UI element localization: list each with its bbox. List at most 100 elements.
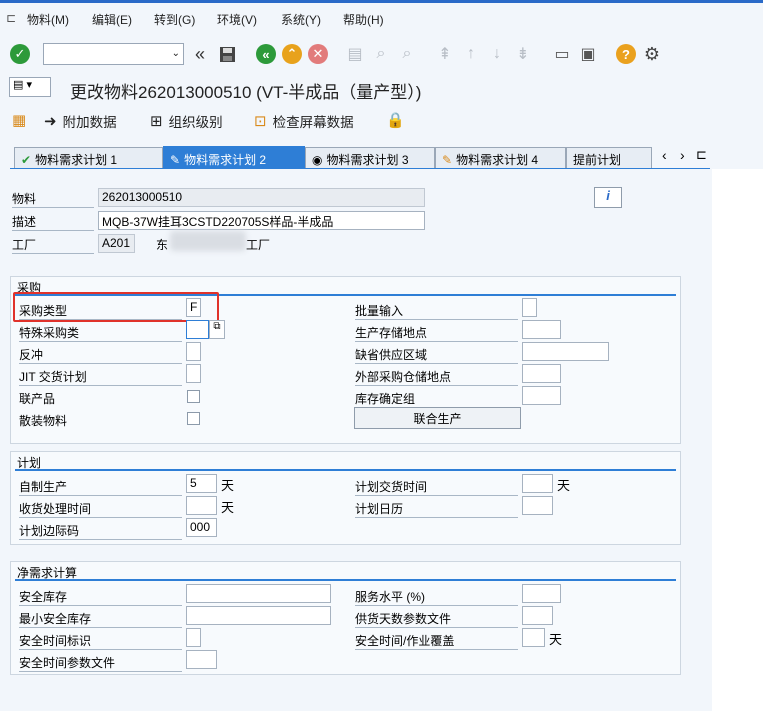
cancel-icon[interactable]: ✕	[308, 44, 328, 64]
chevron-down-icon[interactable]: ⌄	[172, 48, 180, 59]
org-levels-button[interactable]: ⊞ 组织级别	[150, 111, 223, 131]
tab-mrp2[interactable]: ✎ 物料需求计划 2	[163, 146, 305, 169]
title-bar: ▤ ▾ 更改物料262013000510 (VT-半成品（量产型）)	[0, 72, 763, 102]
settings-icon[interactable]: ⚙	[642, 44, 662, 64]
inhouse-field[interactable]: 5	[186, 474, 217, 493]
grid-icon: ▦	[12, 112, 27, 129]
tab-label: 物料需求计划 3	[326, 153, 409, 167]
description-field[interactable]: MQB-37W挂耳3CSTD220705S样品-半成品	[98, 211, 425, 230]
back-icon[interactable]: «	[256, 44, 276, 64]
service-level-label: 服务水平 (%)	[355, 588, 518, 606]
find-icon[interactable]: ⌕	[371, 44, 391, 64]
menu-system[interactable]: 系统(Y)	[281, 11, 321, 28]
jit-field[interactable]	[186, 364, 201, 383]
safety-stock-field[interactable]	[186, 584, 331, 603]
coproduct-label: 联产品	[19, 392, 56, 406]
stock-det-field[interactable]	[522, 386, 561, 405]
margin-field[interactable]: 000	[186, 518, 217, 537]
tab-strip: ✔ 物料需求计划 1 ✎ 物料需求计划 2 ◉ 物料需求计划 3 ✎ 物料需求计…	[0, 145, 763, 169]
tab-scroll-left-icon[interactable]: ‹	[662, 147, 667, 163]
coverage-profile-label: 供货天数参数文件	[355, 610, 518, 628]
safety-time-ind-field[interactable]	[186, 628, 201, 647]
plant-name-prefix: 东	[156, 238, 169, 252]
ext-storage-label: 外部采购仓储地点	[355, 368, 518, 386]
calendar-field[interactable]	[522, 496, 553, 515]
menu-edit[interactable]: 编辑(E)	[92, 11, 132, 28]
backflush-label: 反冲	[19, 346, 182, 364]
help-icon[interactable]: ?	[616, 44, 636, 64]
batch-entry-label: 批量输入	[355, 302, 518, 320]
edit-icon: ✎	[442, 152, 453, 167]
value-help-icon[interactable]: ⧉	[209, 320, 225, 339]
next-page-icon[interactable]: ↓	[487, 44, 507, 64]
menu-material[interactable]: 物料(M)	[27, 11, 69, 28]
standard-toolbar: ✓ ⌄ « « ⌃ ✕ ▤ ⌕ ⌕ ⇞ ↑ ↓ ⇟ ▭ ▣ ? ⚙	[0, 36, 763, 72]
tab-label: 提前计划	[573, 153, 622, 167]
joint-production-button[interactable]: 联合生产	[354, 407, 521, 429]
check-icon: ✔	[21, 152, 32, 167]
safety-time-field[interactable]	[522, 628, 545, 647]
group-divider	[15, 579, 676, 581]
menu-environment[interactable]: 环境(V)	[217, 11, 257, 28]
application-toolbar: ▦ ➜ 附加数据 ⊞ 组织级别 ⊡ 检查屏幕数据 🔒	[0, 104, 763, 134]
menu-goto[interactable]: 转到(G)	[154, 11, 195, 28]
save-icon[interactable]	[217, 44, 237, 64]
new-session-icon[interactable]: ▭	[552, 44, 572, 64]
menu-icon[interactable]: ⊏	[6, 11, 16, 25]
first-page-icon[interactable]: ⇞	[435, 44, 455, 64]
lock-button[interactable]: 🔒	[386, 111, 405, 129]
gr-time-field[interactable]	[186, 496, 217, 515]
special-proc-field[interactable]	[186, 320, 209, 339]
gr-time-unit: 天	[221, 500, 235, 515]
bulk-label: 散装物料	[19, 414, 68, 428]
edit-icon: ✎	[170, 152, 181, 167]
tab-label: 物料需求计划 1	[35, 153, 118, 167]
prev-page-icon[interactable]: ↑	[461, 44, 481, 64]
page-title: 更改物料262013000510 (VT-半成品（量产型）)	[70, 83, 422, 102]
calendar-label: 计划日历	[355, 500, 518, 518]
shortcut-icon[interactable]: ▣	[578, 44, 598, 64]
last-page-icon[interactable]: ⇟	[513, 44, 533, 64]
coverage-profile-field[interactable]	[522, 606, 553, 625]
group-divider	[15, 469, 676, 471]
exit-icon[interactable]: ⌃	[282, 44, 302, 64]
arrow-right-icon: ➜	[44, 113, 57, 130]
system-menu-icon[interactable]: ▤ ▾	[9, 77, 51, 97]
safety-time-profile-field[interactable]	[186, 650, 217, 669]
plant-field: A201	[98, 234, 135, 253]
planned-delivery-field[interactable]	[522, 474, 553, 493]
tab-mrp3[interactable]: ◉ 物料需求计划 3	[305, 147, 435, 168]
enter-icon[interactable]: ✓	[10, 44, 30, 64]
tab-list-icon[interactable]: ⊏	[696, 147, 707, 163]
find-next-icon[interactable]: ⌕	[397, 44, 417, 64]
bulk-checkbox[interactable]	[187, 412, 200, 425]
default-supply-label: 缺省供应区域	[355, 346, 518, 364]
stock-det-label: 库存确定组	[355, 390, 518, 408]
menu-help[interactable]: 帮助(H)	[343, 11, 384, 28]
material-field: 262013000510	[98, 188, 425, 207]
tab-forecast[interactable]: 提前计划	[566, 147, 652, 168]
tab-scroll-right-icon[interactable]: ›	[680, 147, 685, 163]
coproduct-checkbox[interactable]	[187, 390, 200, 403]
service-level-field[interactable]	[522, 584, 561, 603]
tab-mrp1[interactable]: ✔ 物料需求计划 1	[14, 147, 163, 168]
default-supply-field[interactable]	[522, 342, 609, 361]
backflush-field[interactable]	[186, 342, 201, 361]
tab-label: 物料需求计划 2	[184, 153, 267, 167]
print-icon[interactable]: ▤	[345, 44, 365, 64]
radio-icon: ◉	[312, 152, 323, 167]
inhouse-label: 自制生产	[19, 478, 182, 496]
check-screen-button[interactable]: ⊡ 检查屏幕数据	[254, 111, 354, 131]
command-field[interactable]: ⌄	[43, 43, 184, 65]
prod-storage-field[interactable]	[522, 320, 561, 339]
tab-mrp4[interactable]: ✎ 物料需求计划 4	[435, 147, 566, 168]
additional-data-button[interactable]: ➜ 附加数据	[44, 111, 117, 131]
batch-entry-field[interactable]	[522, 298, 537, 317]
org-select-button[interactable]: ▦	[12, 111, 26, 129]
ext-storage-field[interactable]	[522, 364, 561, 383]
info-icon[interactable]: i	[594, 187, 622, 208]
description-label: 描述	[12, 213, 94, 231]
back-double-icon[interactable]: «	[190, 44, 210, 64]
highlight-box	[13, 292, 219, 322]
min-safety-field[interactable]	[186, 606, 331, 625]
